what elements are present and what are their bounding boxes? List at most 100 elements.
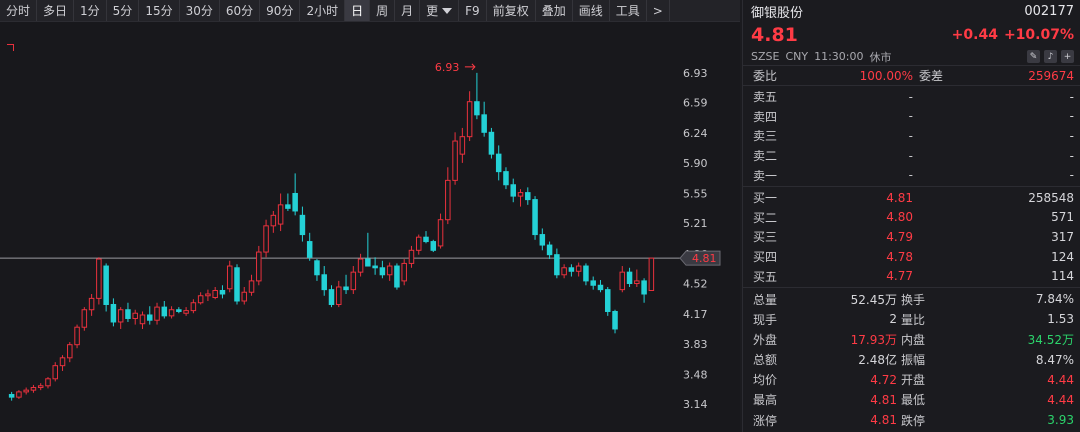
stat-row: 最高 4.81 最低 4.44	[743, 390, 1080, 410]
candle-body	[154, 306, 160, 321]
toolbar-item[interactable]: 1分	[74, 0, 107, 21]
toolbar-item-label: 1分	[80, 4, 100, 18]
y-tick-label: 5.55	[683, 187, 708, 200]
candle-body	[74, 326, 80, 346]
level-price: -	[908, 168, 913, 183]
level-label: 卖一	[753, 168, 778, 183]
toolbar-item[interactable]: 2小时	[300, 0, 346, 21]
candle-body	[205, 293, 211, 297]
toolbar-item[interactable]: 日	[345, 0, 371, 21]
toolbar-item[interactable]: 15分	[139, 0, 180, 21]
weicha-label: 委差	[919, 69, 944, 83]
level-volume: -	[1069, 128, 1074, 143]
level-price: -	[908, 109, 913, 124]
weicha-value: 259674	[1028, 68, 1074, 83]
toolbar-item[interactable]: 前复权	[487, 0, 536, 21]
candle-body	[117, 309, 124, 323]
candle-body	[110, 303, 117, 323]
candle-body	[321, 274, 327, 291]
stat-value: 52.45万	[850, 292, 897, 307]
candle-body	[263, 225, 269, 253]
candle-body	[328, 289, 335, 305]
stat-label: 振幅	[901, 353, 926, 368]
stats-table: 总量 52.45万 换手 7.84% 现手 2 量比 1.53 外盘 17.93万 内盘 34.52万…	[743, 288, 1080, 430]
toolbar-item[interactable]: 5分	[107, 0, 140, 21]
bell-icon[interactable]: ♪	[1044, 50, 1057, 63]
toolbar-item[interactable]: 分时	[0, 0, 38, 21]
edit-icon[interactable]: ✎	[1027, 50, 1040, 63]
quote-panel: 御银股份 002177 4.81 +0.44 +10.07% SZSE CNY …	[742, 0, 1080, 432]
candle-body	[612, 310, 618, 330]
chevron-down-icon[interactable]	[442, 7, 453, 14]
candle-body	[23, 389, 29, 393]
toolbar-item-label: 周	[376, 4, 389, 18]
y-tick-label: 3.48	[683, 368, 708, 381]
last-price: 4.81	[751, 24, 798, 46]
candle-body	[306, 241, 313, 258]
ask-row[interactable]: 卖一 - -	[743, 165, 1080, 185]
candle-body	[575, 265, 582, 272]
stat-value: 1.53	[1047, 312, 1074, 327]
candle-body	[488, 131, 495, 155]
candle-body	[517, 192, 524, 197]
toolbar-item[interactable]: 月	[395, 0, 421, 21]
candle-body	[445, 179, 451, 221]
bid-row[interactable]: 买四 4.78 124	[743, 247, 1080, 267]
toolbar-item[interactable]: 画线	[573, 0, 610, 21]
toolbar-item[interactable]: 60分	[220, 0, 261, 21]
candle-body	[379, 267, 386, 276]
y-tick-label: 6.59	[683, 97, 708, 110]
candle-body	[16, 391, 22, 398]
candle-body	[343, 286, 349, 291]
quote-time: 11:30:00	[814, 50, 864, 63]
toolbar-item[interactable]: 周	[370, 0, 396, 21]
level-price: 4.77	[886, 269, 913, 284]
candle-body	[415, 236, 422, 251]
stat-label: 量比	[901, 312, 926, 327]
ask-row[interactable]: 卖三 - -	[743, 126, 1080, 146]
bid-row[interactable]: 买一 4.81 258548	[743, 188, 1080, 208]
bid-row[interactable]: 买三 4.79 317	[743, 227, 1080, 247]
toolbar-item[interactable]: 多日	[37, 0, 75, 21]
toolbar-item[interactable]: 90分	[260, 0, 301, 21]
toolbar-item[interactable]: 30分	[180, 0, 220, 21]
candle-body	[423, 236, 429, 243]
kline-chart[interactable]: 6.936.596.245.905.555.214.864.524.173.83…	[0, 22, 740, 432]
stat-value: 2.48亿	[858, 353, 897, 368]
candle-body	[525, 192, 531, 201]
toolbar-item-label: 日	[351, 4, 364, 18]
toolbar-item[interactable]: F9	[459, 0, 487, 21]
toolbar-item-label: 60分	[225, 4, 254, 18]
weibi-value: 100.00%	[859, 68, 913, 83]
stat-label: 现手	[753, 312, 778, 327]
candle-body	[226, 265, 233, 290]
stat-value: 34.52万	[1027, 332, 1074, 347]
candle-body	[474, 101, 480, 116]
candle-body	[503, 171, 509, 186]
toolbar-item[interactable]: 更	[420, 0, 460, 21]
candle-body	[583, 265, 589, 282]
toolbar-item[interactable]: 工具	[610, 0, 647, 21]
y-tick-label: 4.52	[683, 278, 708, 291]
stat-label: 涨停	[753, 413, 778, 428]
ask-row[interactable]: 卖四 - -	[743, 107, 1080, 127]
level-volume: 571	[1051, 210, 1074, 225]
candle-body	[386, 265, 393, 276]
ask-row[interactable]: 卖五 - -	[743, 87, 1080, 107]
bid-row[interactable]: 买二 4.80 571	[743, 208, 1080, 228]
toolbar-item[interactable]: >	[647, 0, 670, 21]
candle-body	[495, 153, 502, 173]
candle-body	[437, 219, 444, 247]
plus-icon[interactable]: +	[1061, 50, 1074, 63]
toolbar-item[interactable]: 叠加	[536, 0, 573, 21]
level-label: 买二	[753, 210, 778, 225]
candle-body	[452, 140, 458, 181]
ask-row[interactable]: 卖二 - -	[743, 146, 1080, 166]
candle-body	[37, 385, 44, 389]
toolbar-item-label: 5分	[112, 4, 133, 18]
candle-body	[241, 291, 248, 302]
stat-value: 4.44	[1047, 392, 1074, 407]
order-ratio-row: 委比 100.00% 委差 259674	[743, 66, 1080, 86]
bid-row[interactable]: 买五 4.77 114	[743, 266, 1080, 286]
level-price: 4.81	[886, 190, 913, 205]
